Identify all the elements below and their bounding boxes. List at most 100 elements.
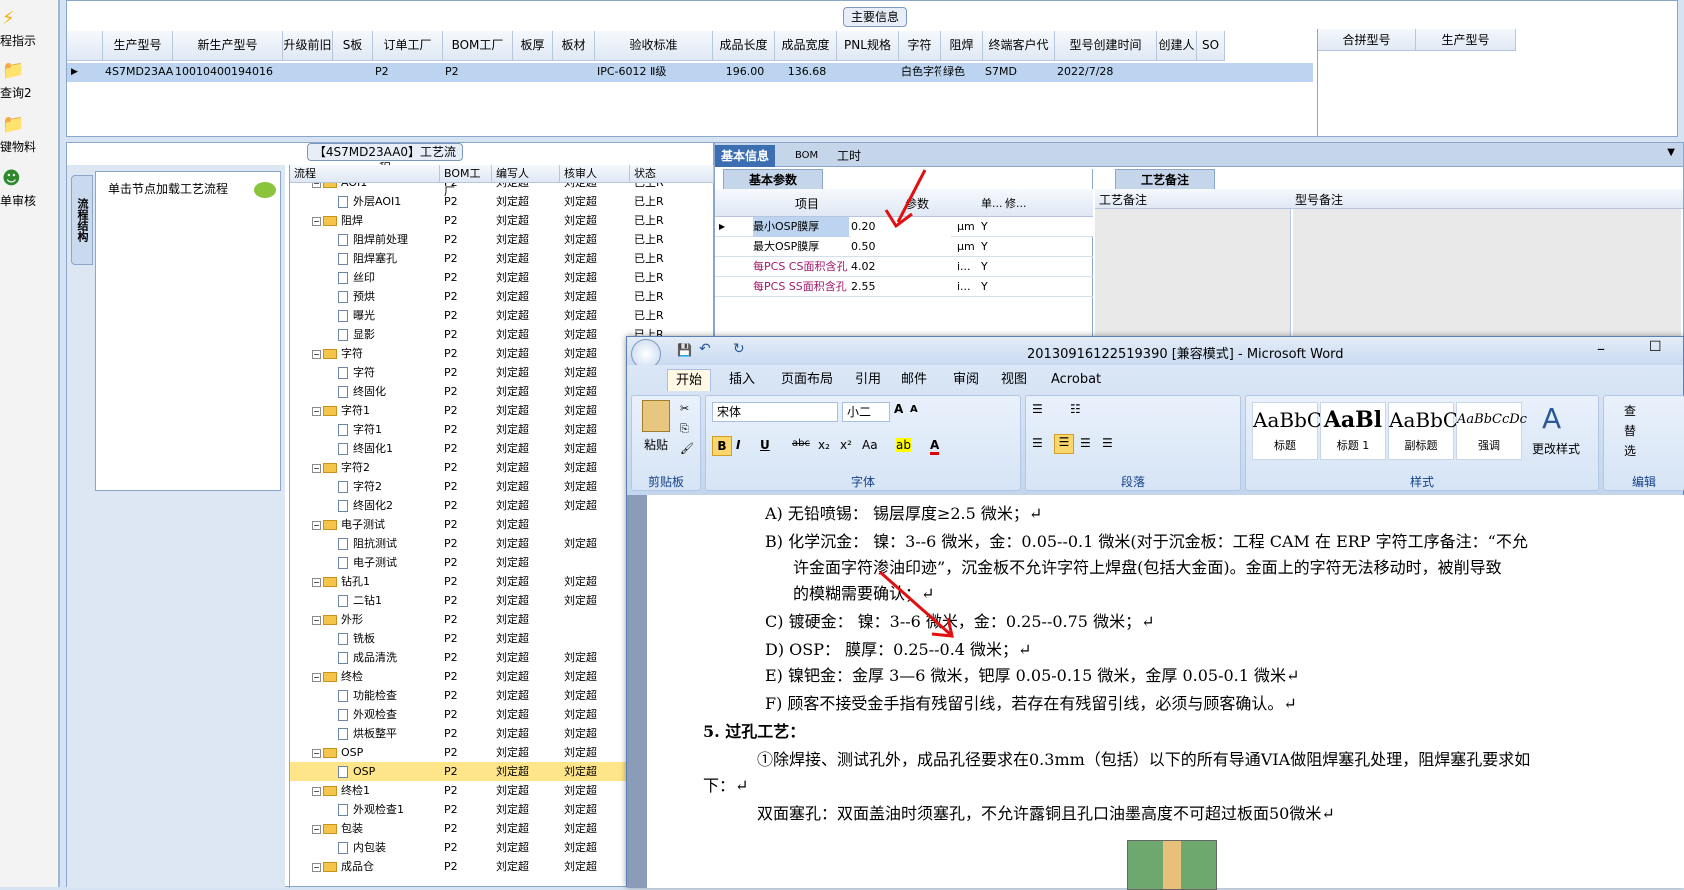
ribbon-tab[interactable]: 插入 bbox=[721, 369, 763, 391]
collapse-toggle-icon[interactable]: − bbox=[312, 577, 321, 587]
main-cell[interactable]: 136.68 bbox=[775, 63, 837, 81]
shrink-font-icon[interactable]: A bbox=[910, 404, 918, 415]
main-cell[interactable]: 10010400194016 bbox=[173, 63, 283, 81]
collapse-toggle-icon[interactable]: − bbox=[312, 406, 321, 416]
main-cell[interactable]: 绿色 bbox=[941, 63, 983, 81]
select-label[interactable]: 选 bbox=[1624, 442, 1636, 459]
main-col-header[interactable]: 终端客户代码 bbox=[983, 31, 1055, 80]
process-tree-row[interactable]: 预烘 P2 刘定超 刘定超 已上R bbox=[290, 287, 714, 306]
process-col-header[interactable]: 编写人 bbox=[492, 165, 560, 183]
param-row[interactable]: 每PCS SS面积含孔 2.55 i... Y bbox=[715, 277, 1093, 297]
paste-label[interactable]: 粘贴 bbox=[644, 436, 668, 453]
cut-icon[interactable]: ✂ bbox=[680, 402, 689, 415]
collapse-toggle-icon[interactable]: − bbox=[312, 520, 321, 530]
style-emphasis[interactable]: AaBbCcDc 强调 bbox=[1456, 402, 1527, 460]
process-col-header[interactable]: BOM工厂 bbox=[440, 165, 492, 198]
main-col-header[interactable]: S板 bbox=[333, 31, 373, 61]
main-col-header[interactable]: PNL规格 bbox=[837, 31, 899, 61]
merge-col-1[interactable]: 生产型号 bbox=[1416, 29, 1516, 51]
process-tree-row[interactable]: − 阻焊 P2 刘定超 刘定超 已上R bbox=[290, 211, 714, 230]
process-remark-field[interactable] bbox=[1095, 209, 1291, 339]
main-col-header[interactable]: BOM工厂 bbox=[443, 31, 513, 61]
sidebar-item-2[interactable]: 📁 键物料 bbox=[0, 116, 58, 166]
change-case-icon[interactable]: Aa bbox=[862, 438, 878, 452]
merge-col-0[interactable]: 合拼型号 bbox=[1318, 29, 1416, 51]
main-col-header[interactable]: 板厚 bbox=[513, 31, 553, 61]
main-cell[interactable]: 2022/7/28 bbox=[1055, 63, 1157, 81]
save-icon[interactable]: 💾 bbox=[677, 343, 692, 357]
process-tree-row[interactable]: 丝印 P2 刘定超 刘定超 已上R bbox=[290, 268, 714, 287]
remark-col-model[interactable]: 型号备注 bbox=[1295, 191, 1343, 208]
process-tree-row[interactable]: 曝光 P2 刘定超 刘定超 已上R bbox=[290, 306, 714, 325]
bullets-icon[interactable]: ☰ bbox=[1032, 402, 1043, 416]
collapse-toggle-icon[interactable]: − bbox=[312, 349, 321, 359]
style-subtitle[interactable]: AaBbC 副标题 bbox=[1388, 402, 1458, 460]
numbering-icon[interactable]: ☷ bbox=[1070, 402, 1081, 416]
param-row[interactable]: 最大OSP膜厚 0.50 μm Y bbox=[715, 237, 1093, 257]
highlight-icon[interactable]: ab bbox=[896, 438, 911, 452]
collapse-toggle-icon[interactable]: − bbox=[312, 862, 321, 872]
remark-col-process[interactable]: 工艺备注 bbox=[1099, 191, 1147, 208]
redo-icon[interactable]: ↻ bbox=[733, 341, 745, 357]
change-styles-label[interactable]: 更改样式 bbox=[1532, 440, 1580, 457]
sidebar-item-0[interactable]: ⚡ 程指示 bbox=[0, 10, 58, 60]
ribbon-tab[interactable]: 引用 bbox=[847, 369, 889, 391]
style-title[interactable]: AaBbC 标题 bbox=[1252, 402, 1322, 460]
main-cell[interactable]: 4S7MD23AA0 bbox=[103, 63, 173, 81]
font-name-select[interactable]: 宋体 bbox=[712, 402, 838, 422]
maximize-icon[interactable]: ☐ bbox=[1649, 339, 1662, 355]
format-painter-icon[interactable]: 🖌 bbox=[680, 442, 694, 455]
main-cell[interactable]: P2 bbox=[443, 63, 513, 81]
params-col-unit[interactable]: 单... bbox=[981, 195, 1003, 211]
main-cell[interactable]: 196.00 bbox=[713, 63, 775, 81]
chevron-down-icon[interactable]: ▼ bbox=[1667, 147, 1675, 158]
collapse-toggle-icon[interactable]: − bbox=[312, 672, 321, 682]
paste-icon[interactable] bbox=[642, 400, 670, 432]
param-row[interactable]: 每PCS CS面积含孔 4.02 i... Y bbox=[715, 257, 1093, 277]
main-col-header[interactable]: 验收标准 bbox=[595, 31, 713, 61]
bold-icon[interactable]: B bbox=[712, 436, 732, 456]
main-col-header[interactable]: 字符 bbox=[899, 31, 941, 61]
process-tree-row[interactable]: 外层AOI1 P2 刘定超 刘定超 已上R bbox=[290, 192, 714, 211]
collapse-toggle-icon[interactable]: − bbox=[312, 183, 321, 188]
style-heading-1[interactable]: AaBl 标题 1 bbox=[1320, 402, 1386, 460]
collapse-toggle-icon[interactable]: − bbox=[312, 216, 321, 226]
main-col-header[interactable]: 新生产型号 bbox=[173, 31, 283, 61]
process-col-header[interactable]: 核审人 bbox=[560, 165, 630, 183]
main-col-header[interactable]: 成品宽度 bbox=[775, 31, 837, 61]
tab-process-remarks[interactable]: 工艺备注 bbox=[1115, 169, 1215, 189]
params-col-item[interactable]: 项目 bbox=[795, 195, 819, 212]
main-col-header[interactable]: 生产型号 bbox=[103, 31, 173, 61]
collapse-toggle-icon[interactable]: − bbox=[312, 824, 321, 834]
subscript-icon[interactable]: x₂ bbox=[818, 438, 830, 452]
model-remark-field[interactable] bbox=[1293, 209, 1681, 339]
process-col-header[interactable]: 状态 bbox=[630, 165, 714, 183]
undo-icon[interactable]: ↶ bbox=[699, 341, 711, 357]
ribbon-tab[interactable]: 邮件 bbox=[893, 369, 935, 391]
params-col-mod[interactable]: 修... bbox=[1005, 195, 1027, 211]
process-tree-row[interactable]: 阻焊前处理 P2 刘定超 刘定超 已上R bbox=[290, 230, 714, 249]
copy-icon[interactable]: ⎘ bbox=[680, 422, 689, 436]
main-cell[interactable]: P2 bbox=[373, 63, 443, 81]
main-cell[interactable]: S7MD bbox=[983, 63, 1055, 81]
main-col-header[interactable]: 创建人 bbox=[1157, 31, 1197, 61]
tab-hours[interactable]: 工时 bbox=[831, 145, 867, 167]
ribbon-tab[interactable]: Acrobat bbox=[1043, 369, 1109, 391]
minimize-icon[interactable]: – bbox=[1597, 339, 1605, 358]
superscript-icon[interactable]: x² bbox=[840, 438, 852, 452]
replace-label[interactable]: 替 bbox=[1624, 422, 1636, 439]
tab-basic-info[interactable]: 基本信息 bbox=[715, 145, 776, 167]
justify-icon[interactable]: ☰ bbox=[1102, 436, 1113, 450]
strikethrough-icon[interactable]: abc bbox=[792, 438, 810, 449]
main-col-header[interactable]: 订单工厂 bbox=[373, 31, 443, 61]
process-col-header[interactable]: 流程 bbox=[290, 165, 440, 183]
italic-icon[interactable]: I bbox=[736, 438, 740, 452]
main-cell[interactable]: IPC-6012 Ⅱ级 bbox=[595, 63, 713, 81]
ribbon-tab[interactable]: 页面布局 bbox=[773, 369, 841, 391]
align-center-icon[interactable]: ☰ bbox=[1054, 434, 1074, 454]
ribbon-tab[interactable]: 开始 bbox=[667, 369, 712, 391]
align-left-icon[interactable]: ☰ bbox=[1032, 436, 1043, 450]
structure-side-tab[interactable]: 流程结构 bbox=[71, 175, 93, 265]
main-cell[interactable]: 白色字符 bbox=[899, 63, 941, 81]
sidebar-item-1[interactable]: 📁 查询2 bbox=[0, 62, 58, 112]
